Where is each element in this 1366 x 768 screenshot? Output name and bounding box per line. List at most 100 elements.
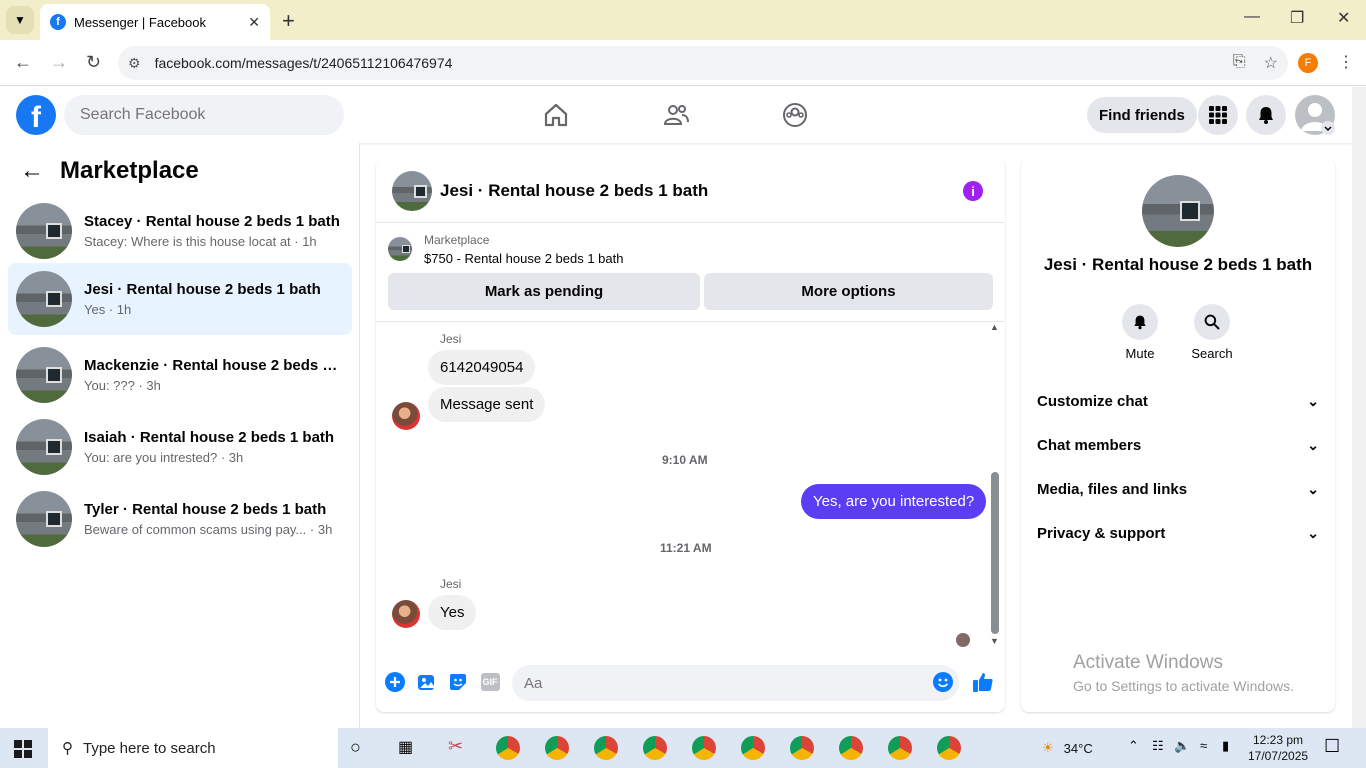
chat-header: Jesi · Rental house 2 beds 1 bath i bbox=[376, 159, 1005, 223]
mute-label: Mute bbox=[1125, 346, 1155, 361]
chat-title[interactable]: Jesi · Rental house 2 beds 1 bath bbox=[440, 181, 708, 201]
photo-icon[interactable] bbox=[416, 671, 438, 693]
show-hidden-icons-icon[interactable]: ⌃ bbox=[1128, 738, 1139, 754]
mute-button[interactable]: Mute bbox=[1110, 304, 1170, 361]
chrome-icon[interactable] bbox=[937, 736, 961, 760]
reload-button[interactable]: ↻ bbox=[86, 52, 101, 73]
url-text: facebook.com/messages/t/2406511210647697… bbox=[154, 55, 453, 71]
new-tab-button[interactable]: + bbox=[282, 8, 295, 34]
gif-icon[interactable]: GIF bbox=[479, 671, 501, 693]
facebook-logo-icon[interactable]: f bbox=[16, 95, 56, 135]
conversation-item[interactable]: Tyler · Rental house 2 beds 1 bath Beware… bbox=[8, 487, 352, 551]
home-icon[interactable] bbox=[542, 101, 570, 129]
conversation-item-active[interactable]: Jesi · Rental house 2 beds 1 bath Yes · 1… bbox=[8, 263, 352, 335]
cortana-icon[interactable]: ○ bbox=[350, 737, 361, 758]
media-files-links-item[interactable]: Media, files and links ⌄ bbox=[1037, 471, 1319, 507]
emoji-icon[interactable] bbox=[932, 671, 954, 693]
account-avatar[interactable] bbox=[1295, 95, 1335, 135]
facebook-search-input[interactable] bbox=[64, 95, 344, 135]
listing-thumbnail[interactable] bbox=[1142, 175, 1214, 247]
message-composer: GIF bbox=[376, 659, 1005, 707]
browser-profile-avatar[interactable]: F bbox=[1298, 53, 1318, 73]
chat-members-item[interactable]: Chat members ⌄ bbox=[1037, 427, 1319, 463]
browser-menu-icon[interactable]: ⋮ bbox=[1338, 52, 1354, 72]
listing-thumbnail[interactable] bbox=[392, 170, 432, 211]
browser-tab[interactable]: f Messenger | Facebook ✕ bbox=[40, 4, 270, 40]
back-button[interactable]: ← bbox=[14, 52, 32, 73]
site-info-icon[interactable]: ⚙ bbox=[128, 55, 141, 72]
weather-widget[interactable]: ☀ 34°C bbox=[1042, 728, 1093, 768]
wifi-icon[interactable]: ≈ bbox=[1200, 738, 1207, 753]
conversation-preview: Beware of common scams using pay... · 3h bbox=[84, 522, 333, 537]
system-clock[interactable]: 12:23 pm 17/07/2025 bbox=[1248, 732, 1308, 764]
conversation-item[interactable]: Mackenzie · Rental house 2 beds 1 ... You… bbox=[8, 343, 352, 407]
conversation-item[interactable]: Stacey · Rental house 2 beds 1 bath Stace… bbox=[8, 199, 352, 263]
facebook-header: f Find friends bbox=[0, 87, 1352, 143]
chrome-icon[interactable] bbox=[643, 736, 667, 760]
install-app-icon[interactable]: ⎘ bbox=[1233, 53, 1246, 73]
network-icon[interactable]: ☷ bbox=[1152, 738, 1164, 754]
customize-chat-item[interactable]: Customize chat ⌄ bbox=[1037, 383, 1319, 419]
chrome-icon[interactable] bbox=[594, 736, 618, 760]
privacy-support-item[interactable]: Privacy & support ⌄ bbox=[1037, 515, 1319, 551]
marketplace-conversation-list: ← Marketplace Stacey · Rental house 2 be… bbox=[0, 143, 360, 728]
close-window-button[interactable]: ✕ bbox=[1337, 8, 1350, 28]
close-tab-icon[interactable]: ✕ bbox=[248, 14, 260, 31]
find-friends-button[interactable]: Find friends bbox=[1087, 97, 1197, 133]
friends-icon[interactable] bbox=[662, 101, 690, 129]
add-attachment-icon[interactable] bbox=[384, 671, 406, 693]
notifications-bell-icon[interactable] bbox=[1246, 95, 1286, 135]
sender-avatar[interactable] bbox=[392, 600, 420, 628]
marketplace-label: Marketplace bbox=[424, 233, 490, 247]
windows-start-icon[interactable] bbox=[14, 740, 32, 758]
forward-button[interactable]: → bbox=[50, 52, 68, 73]
conversation-name: Mackenzie · Rental house 2 beds 1 ... bbox=[84, 357, 344, 374]
message-input[interactable] bbox=[512, 665, 959, 701]
activate-windows-watermark: Activate Windows Go to Settings to activ… bbox=[1073, 652, 1294, 694]
chrome-icon[interactable] bbox=[888, 736, 912, 760]
conversation-item[interactable]: Isaiah · Rental house 2 beds 1 bath You: … bbox=[8, 415, 352, 479]
scroll-down-arrow-icon[interactable]: ▼ bbox=[990, 636, 999, 646]
message-thread[interactable]: Jesi 6142049054 Message sent 9:10 AM Yes… bbox=[376, 321, 1005, 651]
info-icon[interactable]: i bbox=[963, 181, 983, 201]
groups-icon[interactable] bbox=[781, 101, 809, 129]
minimize-button[interactable]: — bbox=[1244, 8, 1260, 26]
chrome-icon[interactable] bbox=[545, 736, 569, 760]
volume-icon[interactable]: 🔈 bbox=[1174, 738, 1190, 754]
chrome-icon[interactable] bbox=[692, 736, 716, 760]
thumbs-up-icon[interactable] bbox=[972, 671, 994, 693]
search-conversation-button[interactable]: Search bbox=[1182, 304, 1242, 361]
tab-search-button[interactable]: ▼ bbox=[6, 6, 34, 34]
incoming-message[interactable]: Message sent bbox=[428, 387, 546, 422]
search-icon bbox=[1194, 304, 1230, 340]
sticker-icon[interactable] bbox=[447, 671, 469, 693]
back-arrow-icon[interactable]: ← bbox=[20, 157, 44, 185]
listing-summary[interactable]: Marketplace $750 - Rental house 2 beds 1… bbox=[388, 233, 623, 266]
menu-grid-icon[interactable] bbox=[1198, 95, 1238, 135]
chevron-down-icon: ⌄ bbox=[1307, 392, 1319, 409]
task-view-icon[interactable]: ▦ bbox=[398, 737, 413, 757]
outgoing-message[interactable]: Yes, are you interested? bbox=[801, 484, 987, 519]
restore-button[interactable]: ❐ bbox=[1290, 8, 1304, 28]
taskbar-search[interactable]: ⚲ Type here to search bbox=[48, 728, 338, 768]
chrome-icon[interactable] bbox=[496, 736, 520, 760]
message-scrollbar[interactable] bbox=[991, 472, 999, 634]
battery-icon[interactable]: ▮ bbox=[1222, 738, 1229, 754]
scroll-up-arrow-icon[interactable]: ▲ bbox=[990, 322, 999, 332]
snipping-tool-icon[interactable]: ✂ bbox=[448, 736, 463, 757]
notification-center-icon[interactable]: ☐ bbox=[1324, 736, 1340, 757]
incoming-message[interactable]: Yes bbox=[428, 595, 477, 630]
url-bar[interactable]: ⚙ facebook.com/messages/t/24065112106476… bbox=[118, 46, 1288, 80]
more-options-button[interactable]: More options bbox=[704, 273, 993, 310]
chrome-icon[interactable] bbox=[839, 736, 863, 760]
chrome-icon[interactable] bbox=[741, 736, 765, 760]
incoming-message[interactable]: 6142049054 bbox=[428, 350, 536, 385]
watermark-subtitle: Go to Settings to activate Windows. bbox=[1073, 678, 1294, 694]
sender-avatar[interactable] bbox=[392, 402, 420, 430]
watermark-title: Activate Windows bbox=[1073, 652, 1223, 673]
chrome-icon[interactable] bbox=[790, 736, 814, 760]
timestamp: 11:21 AM bbox=[660, 541, 712, 555]
page-scrollbar[interactable] bbox=[1352, 87, 1366, 728]
bookmark-star-icon[interactable]: ☆ bbox=[1264, 53, 1278, 73]
mark-as-pending-button[interactable]: Mark as pending bbox=[388, 273, 700, 310]
